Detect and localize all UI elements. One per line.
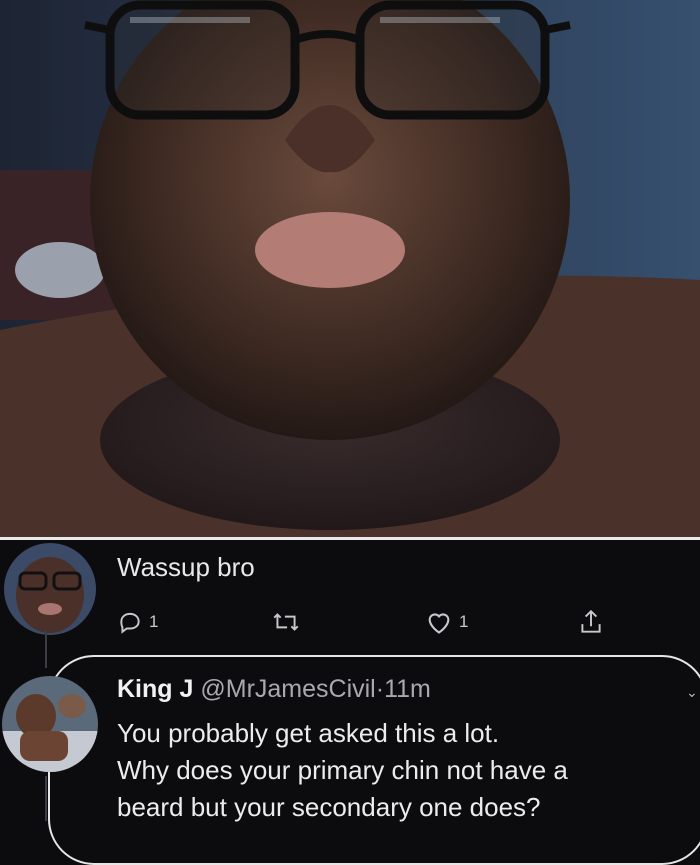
reply-icon (120, 612, 140, 634)
photo-divider (0, 537, 700, 540)
like-count: 1 (459, 612, 469, 631)
time-separator: · (375, 675, 385, 703)
author-avatar[interactable] (4, 543, 96, 635)
thread-line-lower (45, 776, 47, 821)
reply-author-handle[interactable]: @MrJamesCivil (200, 675, 375, 703)
retweet-icon (273, 613, 299, 631)
reply-line: Why does your primary chin not have a (117, 755, 568, 785)
reply-line: beard but your secondary one does? (117, 792, 541, 822)
reply-line: You probably get asked this a lot. (117, 718, 500, 748)
reply-text: You probably get asked this a lot. Why d… (117, 715, 677, 826)
tweet-text: Wassup bro (117, 552, 255, 582)
reply-timestamp[interactable]: 11m (384, 675, 431, 703)
reply-button[interactable]: 1 (117, 604, 158, 640)
thread-line (45, 630, 47, 668)
share-button[interactable] (578, 604, 604, 640)
share-icon (581, 609, 601, 633)
chevron-down-icon[interactable]: ⌄ (686, 684, 698, 701)
like-button[interactable]: 1 (425, 604, 468, 640)
reply-author-name[interactable]: King J (117, 675, 193, 703)
selfie-photo (0, 0, 700, 537)
reply-count: 1 (149, 612, 159, 631)
reply-header: King J @MrJamesCivil·11m (117, 675, 431, 704)
reply-author-avatar[interactable] (2, 676, 98, 772)
heart-icon (428, 613, 450, 634)
retweet-button[interactable] (271, 604, 307, 640)
